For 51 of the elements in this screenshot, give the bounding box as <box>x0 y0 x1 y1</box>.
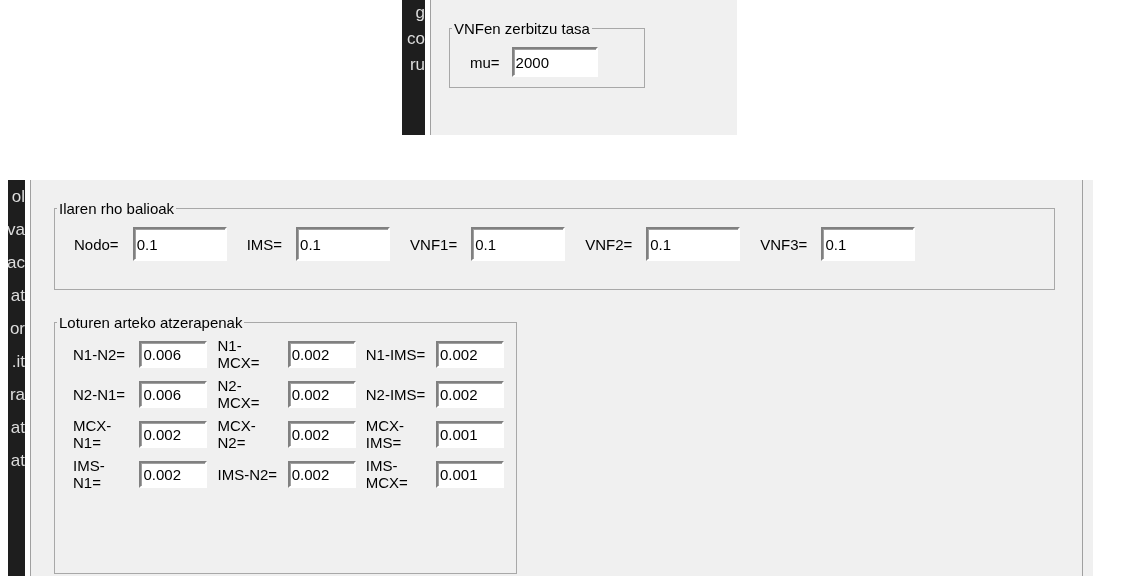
input-field[interactable]: 0.002 <box>287 340 356 368</box>
sidebar-text: at <box>9 285 25 307</box>
field-label: IMS= <box>246 235 283 253</box>
sidebar-text: ru <box>408 54 425 76</box>
field-label: VNF2= <box>585 235 633 253</box>
input-field[interactable]: 0.002 <box>287 460 356 488</box>
field-label: mu= <box>470 53 500 71</box>
field-label: VNF3= <box>760 235 808 253</box>
sidebar-text: g <box>414 2 425 24</box>
field-label: Nodo= <box>74 235 119 253</box>
field-label: MCX-IMS= <box>365 417 406 451</box>
input-field[interactable]: 0.002 <box>436 340 504 368</box>
input-field[interactable]: 2000 <box>511 47 598 77</box>
input-field[interactable]: 0.006 <box>139 340 208 368</box>
sidebar-text: or <box>8 318 25 340</box>
field-label: N2-MCX= <box>217 377 261 411</box>
sidebar-text: ac <box>8 252 25 274</box>
group-title: Ilaren rho balioak <box>58 200 176 217</box>
field-label: MCX-N2= <box>217 417 257 451</box>
input-field[interactable]: 0.002 <box>287 420 356 448</box>
field-label: N2-N1= <box>73 385 127 403</box>
field-label: VNF1= <box>410 235 458 253</box>
input-field[interactable]: 0.002 <box>287 380 356 408</box>
sidebar-text: at <box>9 450 25 472</box>
group-title: VNFen zerbitzu tasa <box>453 20 591 37</box>
sidebar-text: ol <box>10 186 25 208</box>
field-label: N1-MCX= <box>217 337 261 371</box>
input-field[interactable]: 0.001 <box>436 460 504 488</box>
group-title: Loturen arteko atzerapenak <box>58 314 244 331</box>
input-field[interactable]: 0.1 <box>296 227 391 261</box>
input-field[interactable]: 0.006 <box>139 380 208 408</box>
field-label: IMS-N1= <box>73 457 106 491</box>
sidebar-text: va <box>8 219 25 241</box>
input-field[interactable]: 0.1 <box>132 227 227 261</box>
field-label: N1-N2= <box>73 345 127 363</box>
input-field[interactable]: 0.002 <box>436 380 504 408</box>
sidebar-text: ra <box>8 384 25 406</box>
field-label: IMS-N2= <box>217 465 278 483</box>
sidebar-text: it. <box>10 351 25 373</box>
field-label: IMS-MCX= <box>365 457 409 491</box>
input-field[interactable]: 0.002 <box>139 460 208 488</box>
input-field[interactable]: 0.1 <box>821 227 916 261</box>
input-field[interactable]: 0.1 <box>646 227 741 261</box>
field-label: N2-IMS= <box>365 385 426 403</box>
sidebar-text: at <box>9 417 25 439</box>
input-field[interactable]: 0.1 <box>471 227 566 261</box>
input-field[interactable]: 0.001 <box>436 420 504 448</box>
input-field[interactable]: 0.002 <box>139 420 208 448</box>
sidebar-text: co <box>406 28 425 50</box>
field-label: N1-IMS= <box>365 345 426 363</box>
field-label: MCX-N1= <box>73 417 113 451</box>
